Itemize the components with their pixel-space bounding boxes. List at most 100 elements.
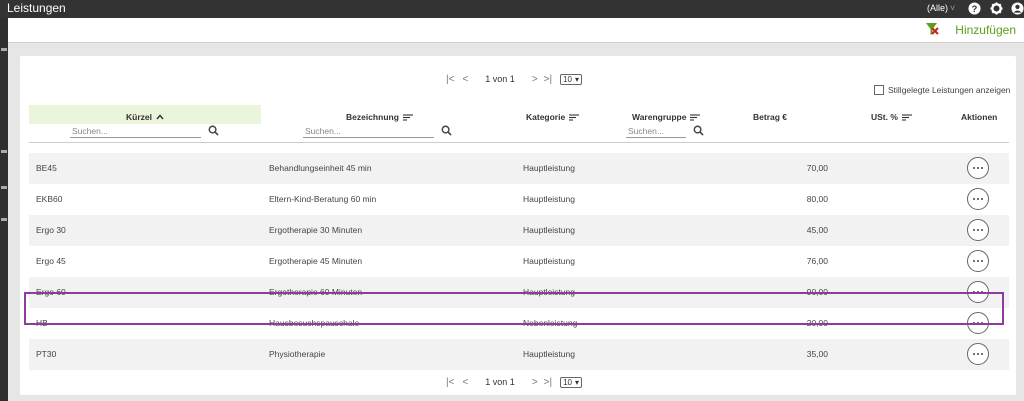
search-input-warengruppe[interactable]: Suchen... xyxy=(626,125,686,138)
row-actions-button[interactable] xyxy=(967,281,989,303)
column-kategorie: Kategorie xyxy=(511,105,621,143)
add-button[interactable]: Hinzufügen xyxy=(955,23,1016,37)
column-ust: USt. % xyxy=(841,105,941,143)
prev-page-button[interactable]: < xyxy=(462,377,468,388)
first-page-button[interactable]: |< xyxy=(446,74,454,85)
page-indicator: 1 von 1 xyxy=(485,74,515,84)
search-icon[interactable] xyxy=(208,125,219,136)
cell-kuerzel: HB xyxy=(36,318,48,328)
cell-betrag: 90,00 xyxy=(806,287,828,297)
scope-filter[interactable]: (Alle) ˅ xyxy=(927,3,955,13)
table-row[interactable]: Ergo 30 Ergotherapie 30 Minuten Hauptlei… xyxy=(29,215,1009,246)
search-icon[interactable] xyxy=(693,125,704,136)
user-icon[interactable] xyxy=(1011,2,1024,15)
search-input-bezeichnung[interactable]: Suchen... xyxy=(303,125,434,138)
cell-bezeichnung: Eltern-Kind-Beratung 60 min xyxy=(269,194,377,204)
cell-betrag: 76,00 xyxy=(806,256,828,266)
last-page-button[interactable]: >| xyxy=(544,377,552,388)
pager-top: |< < 1 von 1 > >| 10 ▾ xyxy=(446,72,583,86)
cell-kategorie: Hauptleistung xyxy=(523,225,575,235)
first-page-button[interactable]: |< xyxy=(446,377,454,388)
column-header-ust[interactable]: USt. % xyxy=(871,112,912,122)
column-aktionen: Aktionen xyxy=(941,105,1009,143)
cell-kategorie: Hauptleistung xyxy=(523,194,575,204)
last-page-button[interactable]: >| xyxy=(544,74,552,85)
toolbar: Hinzufügen xyxy=(8,18,1024,43)
cell-kuerzel: BE45 xyxy=(36,163,57,173)
cell-betrag: 45,00 xyxy=(806,225,828,235)
cell-kategorie: Hauptleistung xyxy=(523,163,575,173)
row-actions-button[interactable] xyxy=(967,188,989,210)
column-warengruppe: Warengruppe Suchen... xyxy=(621,105,731,143)
table-row[interactable]: HB Hausbesuchspauschale Nebenleistung 20… xyxy=(29,308,1009,339)
column-header-kuerzel[interactable]: Kürzel xyxy=(126,112,164,122)
content-area: |< < 1 von 1 > >| 10 ▾ Stillgelegte Leist… xyxy=(8,43,1024,401)
more-icon xyxy=(973,198,975,200)
column-label: Kürzel xyxy=(126,112,152,122)
column-label: Warengruppe xyxy=(632,112,687,122)
column-header-kategorie[interactable]: Kategorie xyxy=(526,112,580,122)
cell-kuerzel: Ergo 30 xyxy=(36,225,66,235)
sort-icon xyxy=(569,113,580,121)
column-kuerzel: Kürzel Suchen... xyxy=(29,105,261,143)
more-icon xyxy=(973,322,975,324)
row-actions-button[interactable] xyxy=(967,250,989,272)
show-inactive-checkbox[interactable] xyxy=(874,85,884,95)
gear-icon[interactable] xyxy=(990,2,1003,15)
chevron-down-icon: ▾ xyxy=(575,74,580,84)
svg-text:?: ? xyxy=(972,4,978,14)
column-header-warengruppe[interactable]: Warengruppe xyxy=(632,112,701,122)
title-bar: Leistungen (Alle) ˅ ? xyxy=(0,0,1024,18)
more-icon xyxy=(973,260,975,262)
page-size-select[interactable]: 10 ▾ xyxy=(560,376,583,388)
cell-betrag: 70,00 xyxy=(806,163,828,173)
table-body: BE45 Behandlungseinheit 45 min Hauptleis… xyxy=(29,153,1009,370)
sort-asc-icon xyxy=(156,114,164,120)
cell-bezeichnung: Ergotherapie 45 Minuten xyxy=(269,256,363,266)
table-row[interactable]: Ergo 60 Ergotherapie 60 Minuten Hauptlei… xyxy=(29,277,1009,308)
side-strip xyxy=(0,18,8,401)
sort-icon xyxy=(690,113,701,121)
next-page-button[interactable]: > xyxy=(532,74,538,85)
cell-kuerzel: EKB60 xyxy=(36,194,63,204)
table-row[interactable]: PT30 Physiotherapie Hauptleistung 35,00 xyxy=(29,339,1009,370)
scope-filter-label: (Alle) xyxy=(927,3,949,13)
row-actions-button[interactable] xyxy=(967,157,989,179)
column-header-bezeichnung[interactable]: Bezeichnung xyxy=(346,112,413,122)
cell-betrag: 20,00 xyxy=(806,318,828,328)
cell-bezeichnung: Ergotherapie 30 Minuten xyxy=(269,225,363,235)
chevron-down-icon: ▾ xyxy=(575,377,580,387)
table-header: Kürzel Suchen... Bezeichnung Suchen... K… xyxy=(29,105,1009,143)
page-size-select[interactable]: 10 ▾ xyxy=(560,73,583,85)
services-table-card: |< < 1 von 1 > >| 10 ▾ Stillgelegte Leist… xyxy=(20,56,1016,395)
prev-page-button[interactable]: < xyxy=(462,74,468,85)
cell-kategorie: Hauptleistung xyxy=(523,349,575,359)
column-label: USt. % xyxy=(871,112,898,122)
row-actions-button[interactable] xyxy=(967,343,989,365)
table-row[interactable]: Ergo 45 Ergotherapie 45 Minuten Hauptlei… xyxy=(29,246,1009,277)
cell-kategorie: Hauptleistung xyxy=(523,287,575,297)
row-actions-button[interactable] xyxy=(967,312,989,334)
column-header-aktionen: Aktionen xyxy=(961,112,998,122)
cell-betrag: 80,00 xyxy=(806,194,828,204)
help-icon[interactable]: ? xyxy=(968,2,981,15)
search-icon[interactable] xyxy=(441,125,452,136)
pager-bottom: |< < 1 von 1 > >| 10 ▾ xyxy=(446,375,583,389)
cell-bezeichnung: Physiotherapie xyxy=(269,349,326,359)
cell-bezeichnung: Hausbesuchspauschale xyxy=(269,318,360,328)
show-inactive-toggle: Stillgelegte Leistungen anzeigen xyxy=(874,85,1010,95)
cell-kuerzel: PT30 xyxy=(36,349,57,359)
table-row[interactable]: BE45 Behandlungseinheit 45 min Hauptleis… xyxy=(29,153,1009,184)
column-label: Kategorie xyxy=(526,112,566,122)
clear-filter-icon[interactable] xyxy=(925,22,939,36)
page-size-value: 10 xyxy=(563,377,572,387)
next-page-button[interactable]: > xyxy=(532,377,538,388)
search-input-kuerzel[interactable]: Suchen... xyxy=(70,125,201,138)
sort-icon xyxy=(402,113,413,121)
page-indicator: 1 von 1 xyxy=(485,377,515,387)
column-label: Bezeichnung xyxy=(346,112,399,122)
column-betrag: Betrag € xyxy=(731,105,841,143)
column-header-betrag[interactable]: Betrag € xyxy=(753,112,787,122)
row-actions-button[interactable] xyxy=(967,219,989,241)
table-row[interactable]: EKB60 Eltern-Kind-Beratung 60 min Hauptl… xyxy=(29,184,1009,215)
